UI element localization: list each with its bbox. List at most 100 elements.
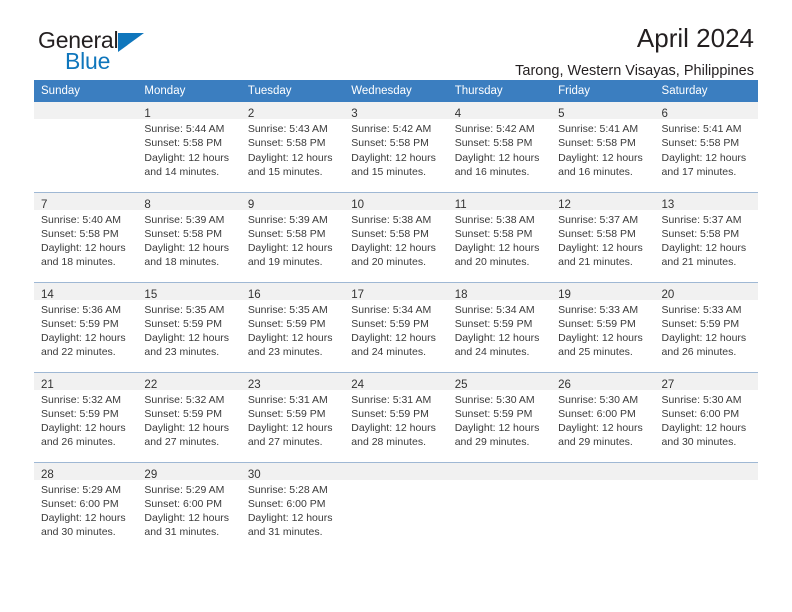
day-cell-inner: 9 Sunrise: 5:39 AM Sunset: 5:58 PM Daylight… [240,192,345,282]
sunrise-text: Sunrise: 5:34 AM [351,303,432,316]
day-number-band [654,462,758,480]
calendar-day-cell[interactable]: 11 Sunrise: 5:38 AM Sunset: 5:58 PM Dayligh… [447,191,552,282]
day-info: Sunrise: 5:34 AM Sunset: 5:59 PM Daylight:… [344,300,447,360]
calendar-day-cell[interactable]: 28 Sunrise: 5:29 AM Sunset: 6:00 PM Dayligh… [34,461,138,552]
weekday-header-wednesday: Wednesday [344,80,448,102]
day-info: Sunrise: 5:32 AM Sunset: 5:59 PM Daylight:… [137,390,240,450]
daylight-text-line2: and 21 minutes. [661,256,737,269]
daylight-text-line2: and 31 minutes. [144,526,220,539]
sunset-text: Sunset: 6:00 PM [247,497,326,510]
calendar-empty-cell [34,102,138,192]
daylight-text-line2: and 30 minutes. [41,526,116,539]
day-number: 8 [144,198,151,211]
daylight-text-line1: Daylight: 12 hours [454,332,540,345]
calendar-day-cell[interactable]: 4 Sunrise: 5:42 AM Sunset: 5:58 PM Daylight… [447,102,552,192]
calendar-day-cell[interactable]: 30 Sunrise: 5:28 AM Sunset: 6:00 PM Dayligh… [240,461,345,552]
calendar-day-cell[interactable]: 25 Sunrise: 5:30 AM Sunset: 5:59 PM Dayligh… [447,371,552,462]
day-cell-inner: 18 Sunrise: 5:34 AM Sunset: 5:59 PM Dayligh… [447,282,552,372]
sunset-text: Sunset: 5:59 PM [41,317,119,330]
daylight-text-line1: Daylight: 12 hours [454,151,540,164]
calendar-week-row: 1 Sunrise: 5:44 AM Sunset: 5:58 PM Daylight… [34,102,758,192]
calendar-day-cell[interactable]: 27 Sunrise: 5:30 AM Sunset: 6:00 PM Dayligh… [654,371,758,462]
day-number-band: 7 [34,192,138,211]
day-info: Sunrise: 5:33 AM Sunset: 5:59 PM Daylight:… [551,300,654,360]
daylight-text-line2: and 15 minutes. [351,165,426,178]
calendar-day-cell[interactable]: 21 Sunrise: 5:32 AM Sunset: 5:59 PM Dayligh… [34,371,138,462]
day-info: Sunrise: 5:31 AM Sunset: 5:59 PM Daylight:… [241,390,344,450]
calendar-day-cell[interactable]: 2 Sunrise: 5:43 AM Sunset: 5:58 PM Daylight… [240,102,345,192]
day-info: Sunrise: 5:36 AM Sunset: 5:59 PM Daylight:… [34,300,137,360]
day-number-band: 28 [34,462,138,481]
daylight-text-line1: Daylight: 12 hours [351,242,436,255]
daylight-text-line2: and 19 minutes. [247,256,323,269]
daylight-text-line2: and 23 minutes. [247,346,323,359]
daylight-text-line1: Daylight: 12 hours [144,512,230,525]
calendar-day-cell[interactable]: 6 Sunrise: 5:41 AM Sunset: 5:58 PM Daylight… [654,102,758,192]
day-info: Sunrise: 5:41 AM Sunset: 5:58 PM Daylight:… [655,119,758,179]
weekday-header-sunday: Sunday [34,80,138,102]
calendar-day-cell[interactable]: 13 Sunrise: 5:37 AM Sunset: 5:58 PM Dayligh… [654,191,758,282]
calendar-day-cell[interactable]: 23 Sunrise: 5:31 AM Sunset: 5:59 PM Dayligh… [240,371,345,462]
calendar-day-cell[interactable]: 14 Sunrise: 5:36 AM Sunset: 5:59 PM Dayligh… [34,281,138,372]
sunrise-text: Sunrise: 5:33 AM [661,303,742,316]
daylight-text-line2: and 27 minutes. [144,436,220,449]
calendar-day-cell[interactable]: 22 Sunrise: 5:32 AM Sunset: 5:59 PM Dayligh… [137,371,241,462]
calendar-body: 1 Sunrise: 5:44 AM Sunset: 5:58 PM Daylight… [34,102,758,552]
sunset-text: Sunset: 5:59 PM [247,317,326,330]
calendar-week-row: 28 Sunrise: 5:29 AM Sunset: 6:00 PM Dayligh… [34,461,758,552]
calendar-day-cell[interactable]: 26 Sunrise: 5:30 AM Sunset: 6:00 PM Dayligh… [551,371,655,462]
calendar-page: General Blue April 2024 Tarong, Western … [0,0,792,612]
sunset-text: Sunset: 5:58 PM [558,137,636,150]
day-info: Sunrise: 5:40 AM Sunset: 5:58 PM Daylight:… [34,210,137,270]
calendar-day-cell[interactable]: 17 Sunrise: 5:34 AM Sunset: 5:59 PM Dayligh… [344,281,448,372]
daylight-text-line2: and 24 minutes. [454,346,530,359]
calendar-day-cell[interactable]: 19 Sunrise: 5:33 AM Sunset: 5:59 PM Dayligh… [551,281,655,372]
calendar-day-cell[interactable]: 1 Sunrise: 5:44 AM Sunset: 5:58 PM Daylight… [137,102,241,192]
weekday-header-thursday: Thursday [447,80,552,102]
calendar-day-cell[interactable]: 10 Sunrise: 5:38 AM Sunset: 5:58 PM Dayligh… [344,191,448,282]
sunset-text: Sunset: 6:00 PM [144,497,223,510]
calendar-day-cell[interactable]: 7 Sunrise: 5:40 AM Sunset: 5:58 PM Daylight… [34,191,138,282]
calendar-header-row: Sunday Monday Tuesday Wednesday Thursday… [34,80,758,102]
calendar-day-cell[interactable]: 9 Sunrise: 5:39 AM Sunset: 5:58 PM Daylight… [240,191,345,282]
weekday-header-saturday: Saturday [654,80,758,102]
daylight-text-line1: Daylight: 12 hours [247,512,333,525]
daylight-text-line2: and 28 minutes. [351,436,426,449]
sunset-text: Sunset: 6:00 PM [41,497,119,510]
day-number: 25 [454,378,468,391]
day-info: Sunrise: 5:38 AM Sunset: 5:58 PM Daylight:… [344,210,447,270]
calendar-day-cell[interactable]: 3 Sunrise: 5:42 AM Sunset: 5:58 PM Daylight… [344,102,448,192]
day-cell-inner: 15 Sunrise: 5:35 AM Sunset: 5:59 PM Dayligh… [137,282,241,372]
day-number: 17 [351,288,365,301]
daylight-text-line2: and 23 minutes. [144,346,220,359]
daylight-text-line2: and 16 minutes. [454,165,530,178]
day-number-band: 30 [240,462,345,481]
calendar-day-cell[interactable]: 24 Sunrise: 5:31 AM Sunset: 5:59 PM Dayligh… [344,371,448,462]
day-number-band: 10 [344,192,448,211]
sunset-text: Sunset: 5:59 PM [144,407,223,420]
day-number-band: 25 [447,372,552,391]
sunset-text: Sunset: 5:58 PM [351,137,429,150]
sunrise-text: Sunrise: 5:43 AM [247,123,328,135]
title-block: April 2024 Tarong, Western Visayas, Phil… [515,22,754,82]
day-info: Sunrise: 5:34 AM Sunset: 5:59 PM Daylight:… [448,300,551,360]
day-number-band [551,462,655,480]
calendar-day-cell[interactable]: 12 Sunrise: 5:37 AM Sunset: 5:58 PM Dayligh… [551,191,655,282]
calendar-day-cell[interactable]: 18 Sunrise: 5:34 AM Sunset: 5:59 PM Dayligh… [447,281,552,372]
calendar-week-row: 7 Sunrise: 5:40 AM Sunset: 5:58 PM Daylight… [34,191,758,282]
calendar-day-cell[interactable]: 15 Sunrise: 5:35 AM Sunset: 5:59 PM Dayligh… [137,281,241,372]
day-number: 18 [454,288,468,301]
brand-logo[interactable]: General Blue [38,27,218,79]
calendar-day-cell[interactable]: 5 Sunrise: 5:41 AM Sunset: 5:58 PM Daylight… [551,102,655,192]
sunset-text: Sunset: 5:58 PM [144,137,223,150]
day-info: Sunrise: 5:38 AM Sunset: 5:58 PM Daylight:… [448,210,551,270]
calendar-day-cell[interactable]: 16 Sunrise: 5:35 AM Sunset: 5:59 PM Dayligh… [240,281,345,372]
calendar-day-cell[interactable]: 8 Sunrise: 5:39 AM Sunset: 5:58 PM Daylight… [137,191,241,282]
daylight-text-line1: Daylight: 12 hours [661,422,747,435]
calendar-day-cell[interactable]: 20 Sunrise: 5:33 AM Sunset: 5:59 PM Dayligh… [654,281,758,372]
calendar-day-cell[interactable]: 29 Sunrise: 5:29 AM Sunset: 6:00 PM Dayligh… [137,461,241,552]
daylight-text-line2: and 29 minutes. [454,436,530,449]
daylight-text-line2: and 27 minutes. [247,436,323,449]
day-number: 3 [351,108,358,120]
day-info: Sunrise: 5:39 AM Sunset: 5:58 PM Daylight:… [137,210,240,270]
